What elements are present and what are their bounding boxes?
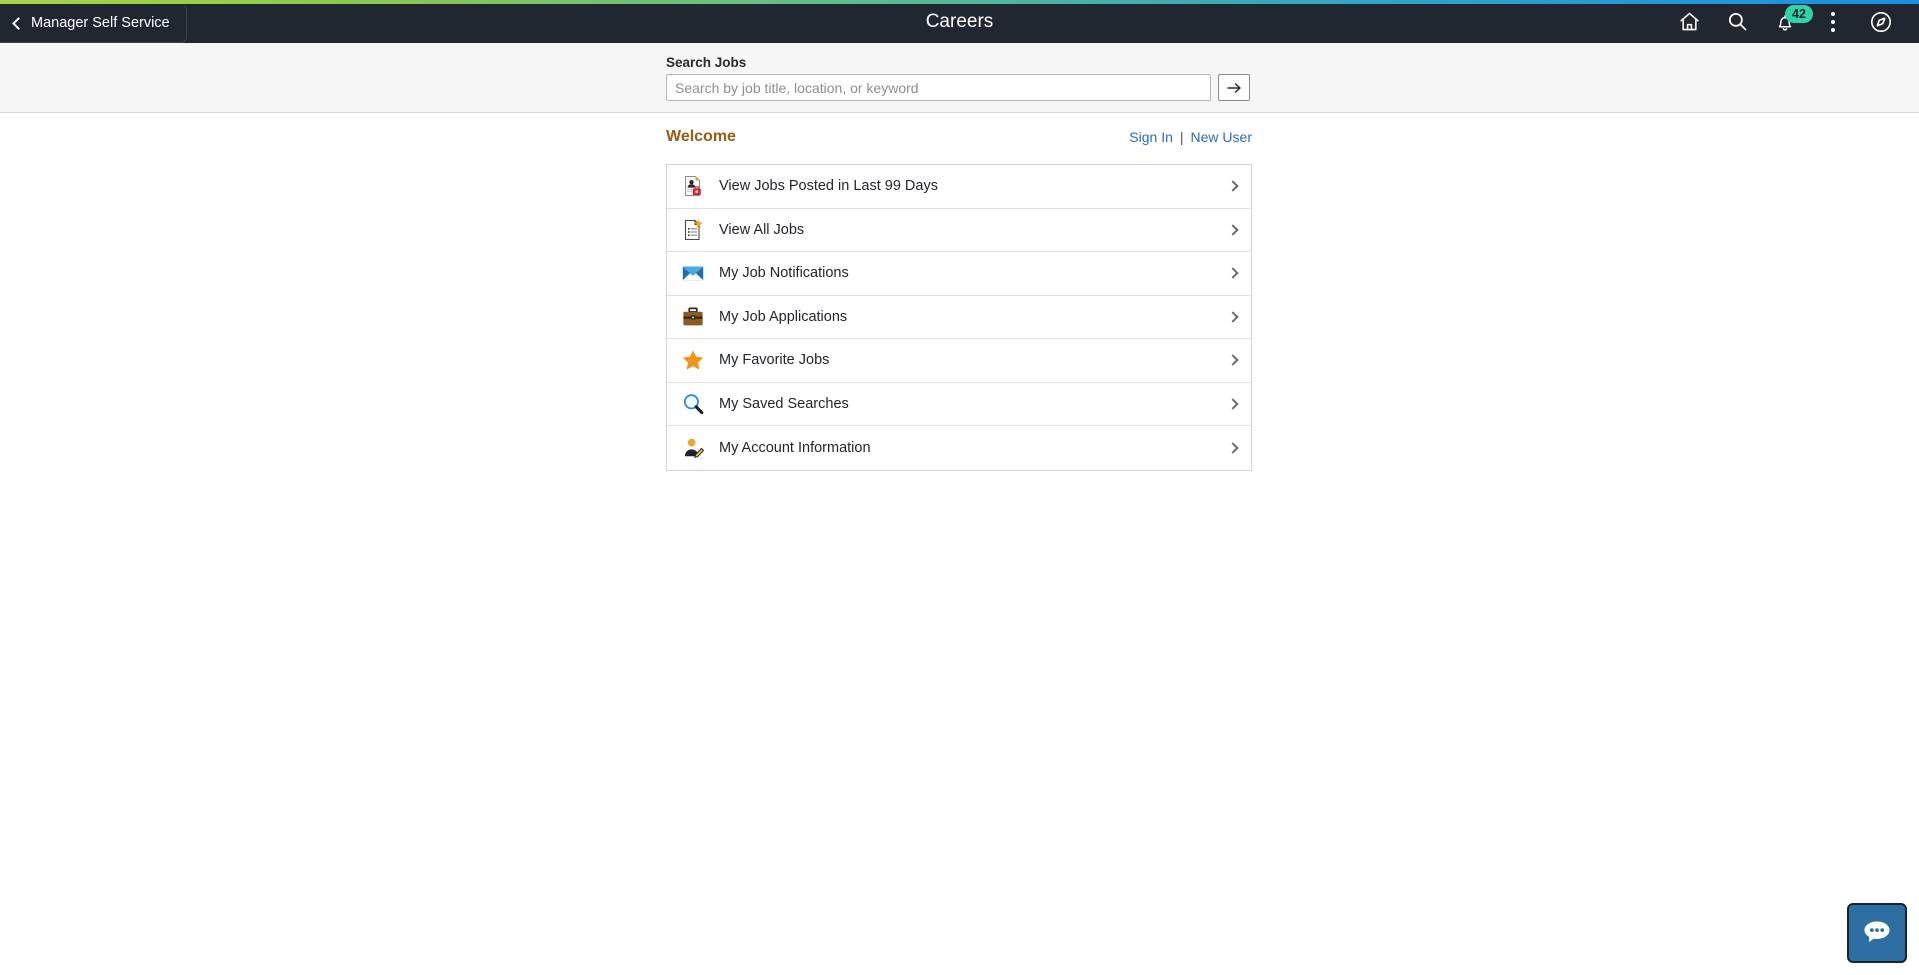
navigator-icon[interactable] (1857, 0, 1905, 43)
chat-button[interactable] (1847, 903, 1907, 963)
kebab-dot-3 (1831, 27, 1835, 32)
chevron-right-icon (1217, 311, 1251, 323)
chevron-right-icon (1217, 180, 1251, 192)
actions-menu-icon[interactable] (1809, 0, 1857, 43)
welcome-heading: Welcome (666, 128, 736, 145)
list-item-label: View All Jobs (719, 221, 805, 238)
list-item-my-favorite-jobs[interactable]: My Favorite Jobs (667, 339, 1251, 383)
careers-menu-list: View Jobs Posted in Last 99 Days View Al… (666, 164, 1252, 471)
magnifier-icon (667, 392, 719, 416)
sign-in-link[interactable]: Sign In (1129, 129, 1173, 145)
list-item-label: My Job Applications (719, 308, 848, 325)
chevron-right-icon (1217, 354, 1251, 366)
back-button-label: Manager Self Service (31, 14, 170, 31)
list-item-label: My Account Information (719, 439, 871, 456)
chevron-left-icon (12, 16, 25, 30)
list-item-label: My Job Notifications (719, 265, 849, 282)
account-links: Sign In | New User (1129, 129, 1252, 145)
person-edit-icon (667, 436, 719, 460)
welcome-row: Welcome Sign In | New User (666, 128, 1252, 152)
page-title: Careers (925, 11, 994, 32)
list-item-label: My Saved Searches (719, 395, 849, 412)
list-item-view-all-jobs[interactable]: View All Jobs (667, 208, 1251, 252)
home-icon[interactable] (1665, 0, 1713, 43)
document-star-icon (667, 218, 719, 242)
chevron-right-icon (1217, 398, 1251, 410)
kebab-dot-1 (1831, 11, 1835, 16)
header-icon-group: 42 (1665, 0, 1905, 43)
list-item-my-job-notifications[interactable]: My Job Notifications (667, 252, 1251, 296)
arrow-right-icon (1227, 82, 1241, 93)
new-user-link[interactable]: New User (1191, 129, 1252, 145)
list-item-my-saved-searches[interactable]: My Saved Searches (667, 382, 1251, 426)
envelope-icon (667, 261, 719, 285)
list-item-label: My Favorite Jobs (719, 352, 830, 369)
chevron-right-icon (1217, 442, 1251, 454)
top-accent-gradient-bar (0, 0, 1919, 4)
link-separator: | (1179, 129, 1184, 145)
chat-bubble-icon (1864, 921, 1890, 943)
back-to-manager-self-service-button[interactable]: Manager Self Service (0, 4, 187, 43)
list-item-view-jobs-posted[interactable]: View Jobs Posted in Last 99 Days (667, 165, 1251, 209)
chevron-right-icon (1217, 267, 1251, 279)
search-jobs-band: Search Jobs (0, 43, 1919, 113)
notifications-icon[interactable]: 42 (1761, 0, 1813, 43)
chevron-right-icon (1217, 224, 1251, 236)
search-icon[interactable] (1713, 0, 1761, 43)
search-jobs-label: Search Jobs (666, 55, 747, 70)
list-item-label: View Jobs Posted in Last 99 Days (719, 178, 938, 195)
list-item-my-account-information[interactable]: My Account Information (667, 426, 1251, 470)
job-posting-person-icon (667, 174, 719, 198)
briefcase-icon (667, 305, 719, 329)
kebab-dot-2 (1831, 19, 1835, 24)
list-item-my-job-applications[interactable]: My Job Applications (667, 295, 1251, 339)
search-submit-button[interactable] (1218, 74, 1250, 101)
star-icon (667, 348, 719, 372)
search-jobs-input[interactable] (666, 74, 1211, 101)
app-header: Manager Self Service Careers 42 (0, 0, 1919, 43)
